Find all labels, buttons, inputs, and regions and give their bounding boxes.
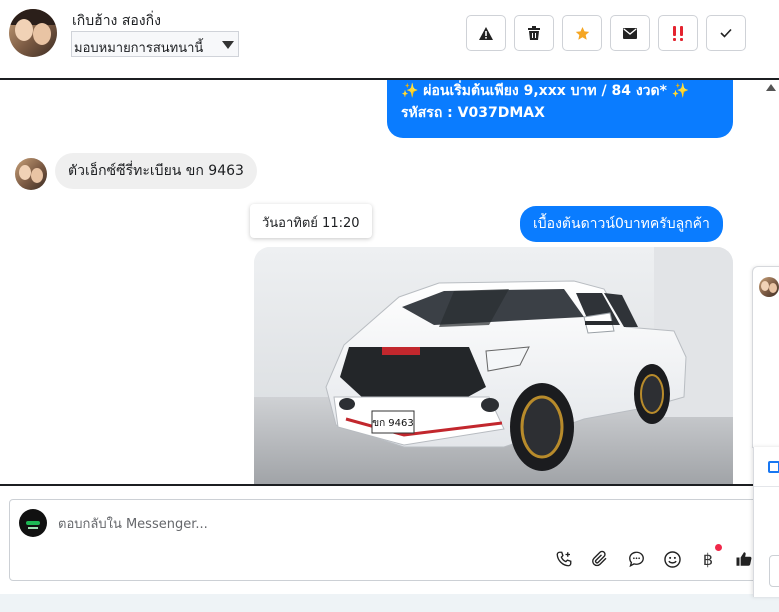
promo-line-installment: ✨ ผ่อนเริ่มต้นเพียง 9,xxx บาท / 84 งวด* … — [401, 83, 690, 99]
follow-up-button[interactable] — [562, 15, 602, 51]
double-exclamation-icon — [673, 25, 683, 41]
side-panel-avatar — [759, 277, 779, 297]
contact-avatar-small — [15, 158, 47, 190]
spam-button[interactable] — [466, 15, 506, 51]
call-button[interactable] — [552, 547, 576, 571]
phone-plus-icon — [556, 551, 572, 567]
caret-down-icon — [222, 41, 234, 49]
right-floating-card[interactable] — [753, 447, 779, 597]
warning-icon — [479, 26, 493, 40]
reply-input[interactable] — [58, 514, 658, 534]
contact-name[interactable]: เกิบฮ้าง สองกิ่ง — [72, 10, 161, 32]
conversation-header: เกิบฮ้าง สองกิ่ง มอบหมายการสนทนานี้ — [0, 0, 779, 80]
delete-button[interactable] — [514, 15, 554, 51]
outgoing-message-promo[interactable]: ✨ ผ่อนเริ่มต้นเพียง 9,xxx บาท / 84 งวด* … — [387, 80, 733, 138]
star-icon — [575, 26, 589, 40]
smiley-icon — [663, 550, 681, 568]
window-icon — [768, 461, 779, 473]
scroll-up-arrow-icon[interactable] — [766, 84, 776, 91]
page-logo-avatar — [19, 509, 47, 537]
message-thread[interactable]: ✨ ผ่อนเริ่มต้นเพียง 9,xxx บาท / 84 งวด* … — [0, 80, 779, 486]
plate-text: ขก 9463 — [372, 418, 414, 429]
trash-icon — [528, 26, 540, 40]
outgoing-message[interactable]: เบื้องต้นดาวน์0บาทครับลูกค้า — [520, 206, 723, 242]
notification-dot — [715, 544, 722, 551]
assign-label: มอบหมายการสนทนานี้ — [74, 41, 204, 56]
thumbs-up-icon — [736, 552, 752, 566]
checkmark-icon — [720, 28, 732, 38]
mark-unread-button[interactable] — [610, 15, 650, 51]
collapsed-side-panel[interactable] — [752, 266, 779, 448]
emoji-button[interactable] — [660, 547, 684, 571]
baht-icon: ฿ — [702, 549, 714, 569]
bottom-strip — [0, 594, 779, 612]
done-button[interactable] — [706, 15, 746, 51]
envelope-icon — [623, 27, 637, 39]
pickup-truck-image: ขก 9463 — [254, 247, 733, 484]
inbox-conversation-view: เกิบฮ้าง สองกิ่ง มอบหมายการสนทนานี้ ✨ ผ่ — [0, 0, 779, 612]
message-timestamp: วันอาทิตย์ 11:20 — [250, 204, 372, 238]
contact-avatar[interactable] — [9, 9, 57, 57]
chat-bubble-icon — [628, 551, 644, 568]
incoming-message[interactable]: ตัวเอ็กซ์ซีรี่ทะเบียน ขก 9463 — [55, 153, 257, 189]
assign-conversation-dropdown[interactable]: มอบหมายการสนทนานี้ — [71, 31, 239, 57]
payments-button[interactable]: ฿ — [696, 544, 722, 571]
saved-replies-button[interactable] — [624, 547, 648, 571]
car-photo-attachment[interactable]: ขก 9463 — [254, 247, 733, 484]
paperclip-icon — [592, 550, 607, 567]
reply-composer[interactable]: ฿ — [9, 499, 769, 581]
promo-line-code: รหัสรถ : V037DMAX — [401, 105, 545, 121]
attach-button[interactable] — [588, 547, 612, 571]
priority-button[interactable] — [658, 15, 698, 51]
card-input[interactable] — [769, 555, 779, 587]
